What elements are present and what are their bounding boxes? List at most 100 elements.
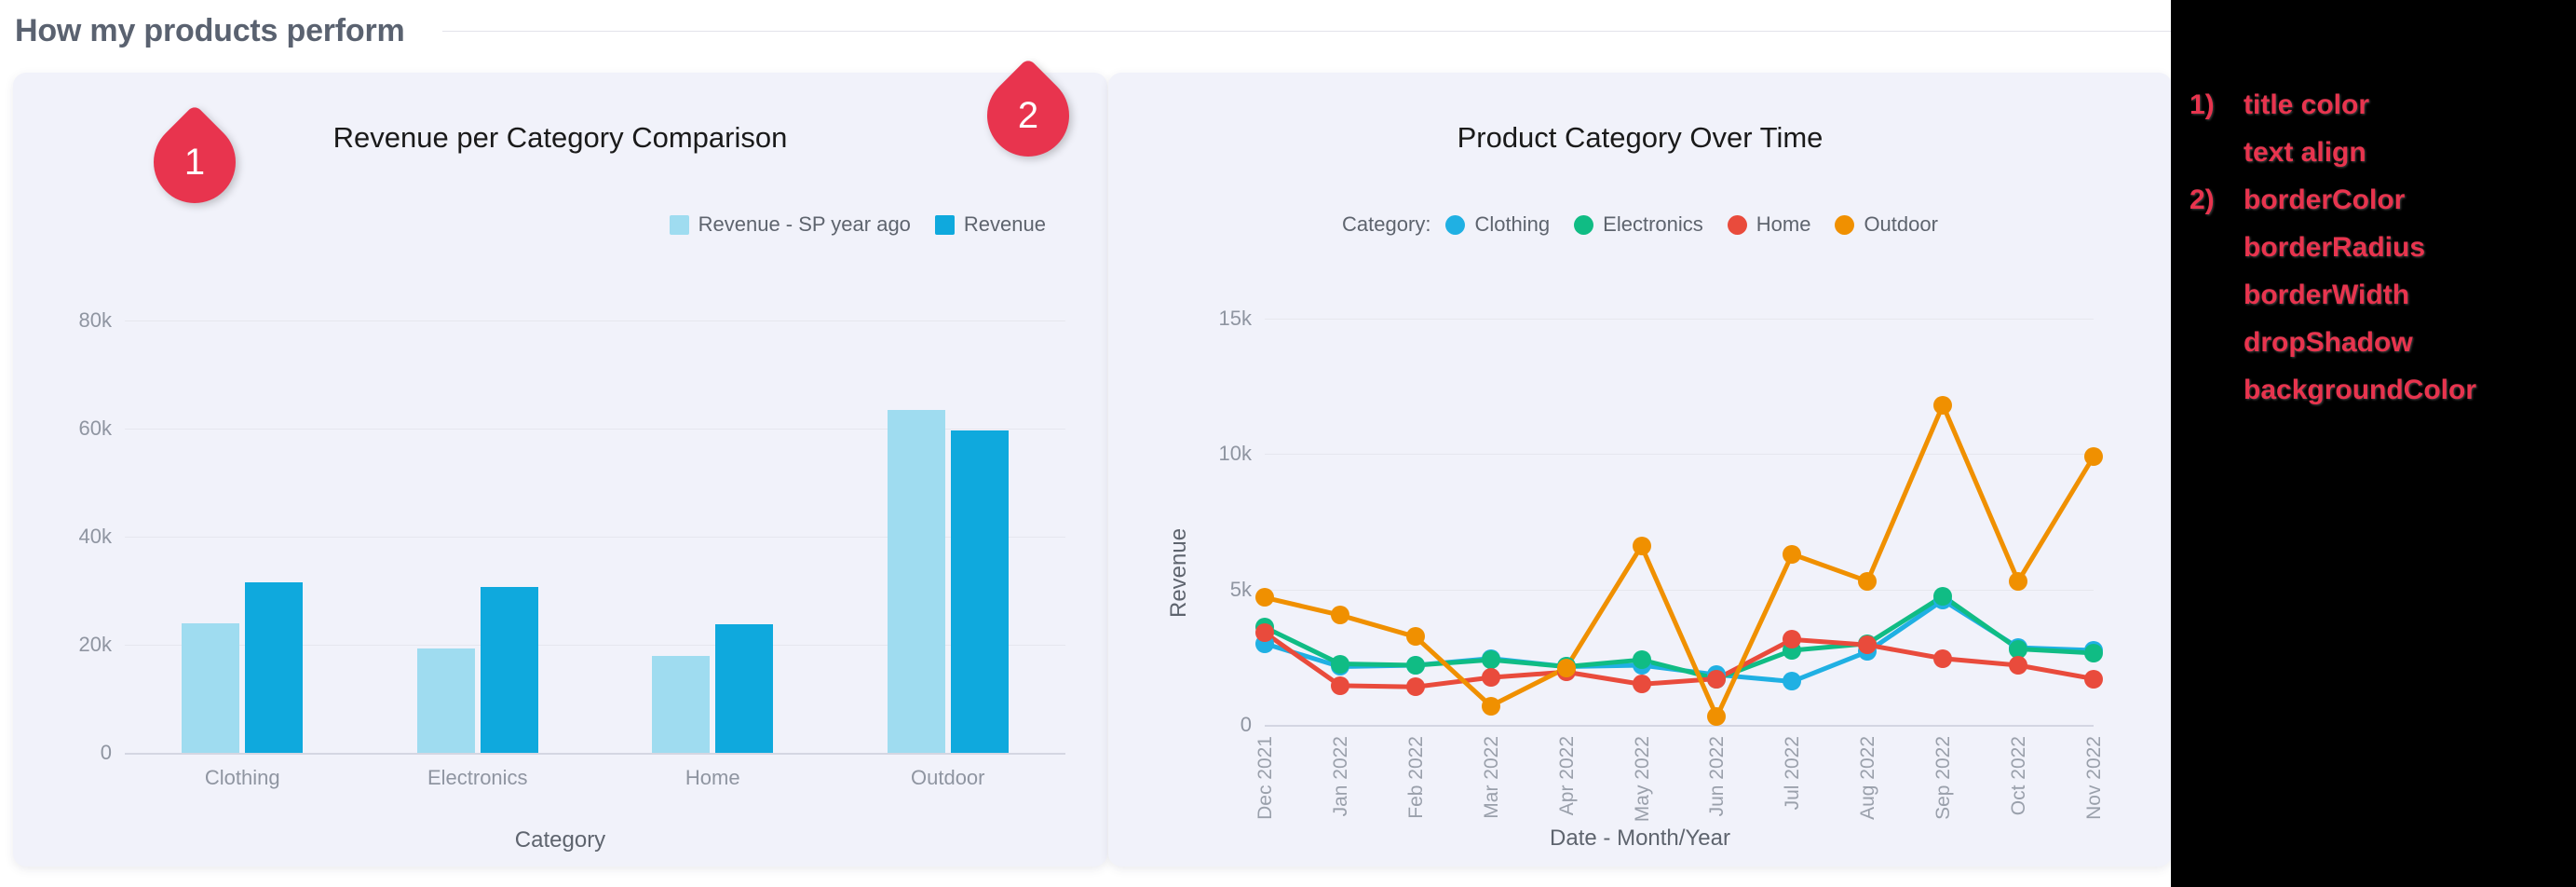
- line-chart-plot-area: 0 5k 10k 15k Dec 2021 Jan 2022 Feb 2022 Mar 202…: [1219, 278, 2105, 823]
- data-point-outdoor[interactable]: [2009, 571, 2028, 591]
- line-chart-y-axis-title: Revenue: [1166, 527, 1191, 618]
- bar-chart-legend[interactable]: Revenue - SP year ago Revenue: [13, 212, 1107, 237]
- header-divider: [441, 30, 2171, 32]
- bar-clothing-current[interactable]: [245, 582, 304, 753]
- annotation-note-index: 2): [2190, 184, 2215, 215]
- line-series-electronics: [1265, 594, 2094, 682]
- data-point-home[interactable]: [1783, 630, 1802, 649]
- line-chart-x-tick: May 2022: [1631, 736, 1653, 823]
- line-chart-x-tick: Oct 2022: [2008, 736, 2030, 816]
- data-point-clothing[interactable]: [1783, 672, 1802, 691]
- data-point-home[interactable]: [1255, 623, 1274, 643]
- line-chart-x-tick: Jul 2022: [1782, 736, 1804, 811]
- data-point-electronics[interactable]: [1405, 656, 1425, 675]
- legend-item-revenue-sp-year-ago[interactable]: Revenue - SP year ago: [669, 212, 911, 237]
- annotation-note-row: borderWidth: [2190, 280, 2409, 311]
- data-point-outdoor[interactable]: [1330, 606, 1349, 625]
- annotation-note-row: backgroundColor: [2190, 375, 2476, 406]
- data-point-home[interactable]: [1405, 677, 1425, 697]
- data-point-outdoor[interactable]: [1707, 707, 1727, 727]
- line-chart-axis-line: [1265, 725, 2094, 727]
- bar-clothing-prior-year[interactable]: [182, 622, 240, 753]
- data-point-home[interactable]: [1330, 675, 1349, 695]
- legend-label: Home: [1756, 212, 1811, 236]
- legend-item-electronics[interactable]: Electronics: [1574, 212, 1703, 237]
- data-point-home[interactable]: [1933, 648, 1953, 668]
- bar-chart-x-tick: Clothing: [204, 766, 280, 789]
- legend-prefix-label: Category:: [1342, 212, 1431, 236]
- bar-chart-y-tick: 0: [100, 741, 112, 764]
- line-chart-x-tick: Mar 2022: [1480, 736, 1502, 819]
- annotation-note-row: borderRadius: [2190, 232, 2425, 264]
- line-chart-x-tick: Jan 2022: [1329, 736, 1351, 817]
- data-point-electronics[interactable]: [1933, 586, 1953, 606]
- data-point-outdoor[interactable]: [1858, 571, 1878, 591]
- bar-chart-y-tick: 40k: [78, 525, 112, 549]
- data-point-electronics[interactable]: [1481, 650, 1500, 670]
- legend-swatch-icon: [934, 214, 955, 235]
- bar-outdoor-current[interactable]: [950, 430, 1009, 753]
- data-point-outdoor[interactable]: [1933, 395, 1953, 415]
- bar-outdoor-prior-year[interactable]: [887, 410, 945, 753]
- line-chart-legend[interactable]: Category: Clothing Electronics Home Outdoor: [1108, 212, 2172, 237]
- data-point-home[interactable]: [2009, 656, 2028, 675]
- line-chart-y-tick: 0: [1240, 713, 1252, 736]
- line-chart-y-tick: 15k: [1218, 306, 1252, 330]
- data-point-outdoor[interactable]: [1632, 537, 1651, 555]
- data-point-outdoor[interactable]: [1556, 658, 1576, 677]
- legend-swatch-icon: [1727, 214, 1747, 235]
- annotation-note-text: borderWidth: [2244, 280, 2410, 310]
- page-title: How my products perform: [15, 12, 405, 48]
- line-chart-x-tick: Dec 2021: [1254, 736, 1276, 820]
- bar-home-current[interactable]: [715, 624, 774, 753]
- product-category-over-time-card[interactable]: Product Category Over Time Category: Clot…: [1108, 73, 2172, 867]
- annotation-note-text: borderColor: [2244, 184, 2406, 215]
- line-chart-x-tick: Aug 2022: [1857, 736, 1879, 820]
- line-chart-y-tick: 10k: [1218, 442, 1252, 466]
- data-point-outdoor[interactable]: [1255, 588, 1274, 607]
- line-chart-series-layer: [1265, 403, 2094, 719]
- line-chart-x-tick: Feb 2022: [1404, 736, 1427, 819]
- line-chart-x-tick: Jun 2022: [1706, 736, 1729, 817]
- bar-chart-x-axis-title: Category: [514, 827, 606, 853]
- bar-home-prior-year[interactable]: [652, 655, 711, 753]
- data-point-outdoor[interactable]: [2084, 447, 2103, 466]
- data-point-electronics[interactable]: [2084, 643, 2103, 662]
- data-point-home[interactable]: [1707, 669, 1727, 689]
- data-point-electronics[interactable]: [1330, 654, 1349, 674]
- bar-chart-x-tick: Outdoor: [911, 766, 985, 789]
- data-point-outdoor[interactable]: [1405, 627, 1425, 647]
- legend-item-outdoor[interactable]: Outdoor: [1835, 212, 1938, 237]
- legend-item-revenue[interactable]: Revenue: [934, 212, 1046, 237]
- annotation-note-text: backgroundColor: [2244, 375, 2477, 405]
- annotation-note-text: borderRadius: [2244, 232, 2426, 263]
- annotation-note-row: 2) borderColor: [2190, 184, 2405, 216]
- data-point-electronics[interactable]: [1632, 650, 1651, 670]
- data-point-outdoor[interactable]: [1783, 544, 1802, 564]
- bar-chart-x-tick: Home: [685, 766, 740, 789]
- bar-electronics-prior-year[interactable]: [416, 648, 475, 753]
- annotation-note-row: text align: [2190, 137, 2366, 169]
- legend-label: Clothing: [1474, 212, 1551, 236]
- data-point-home[interactable]: [2084, 669, 2103, 689]
- line-chart-x-tick: Sep 2022: [1932, 736, 1955, 820]
- line-chart-x-tick: Apr 2022: [1555, 736, 1578, 816]
- legend-item-home[interactable]: Home: [1727, 212, 1811, 237]
- data-point-home[interactable]: [1632, 675, 1651, 694]
- annotation-note-text: dropShadow: [2244, 327, 2413, 358]
- data-point-home[interactable]: [1858, 635, 1878, 655]
- data-point-home[interactable]: [1481, 668, 1500, 688]
- legend-swatch-icon: [1574, 214, 1594, 235]
- line-chart-title: Product Category Over Time: [1457, 121, 1824, 154]
- legend-swatch-icon: [1445, 214, 1466, 235]
- legend-label: Outdoor: [1864, 212, 1938, 236]
- data-point-outdoor[interactable]: [1481, 696, 1500, 716]
- annotation-note-index: 1): [2190, 89, 2215, 120]
- annotation-marker-2[interactable]: 2: [969, 57, 1091, 174]
- annotation-marker-1[interactable]: 1: [136, 103, 258, 221]
- line-series-home: [1265, 630, 2094, 689]
- bar-chart-y-tick: 80k: [78, 308, 112, 333]
- annotation-note-row: 1) title color: [2190, 89, 2369, 121]
- bar-electronics-current[interactable]: [480, 586, 538, 753]
- legend-item-clothing[interactable]: Clothing: [1445, 212, 1550, 237]
